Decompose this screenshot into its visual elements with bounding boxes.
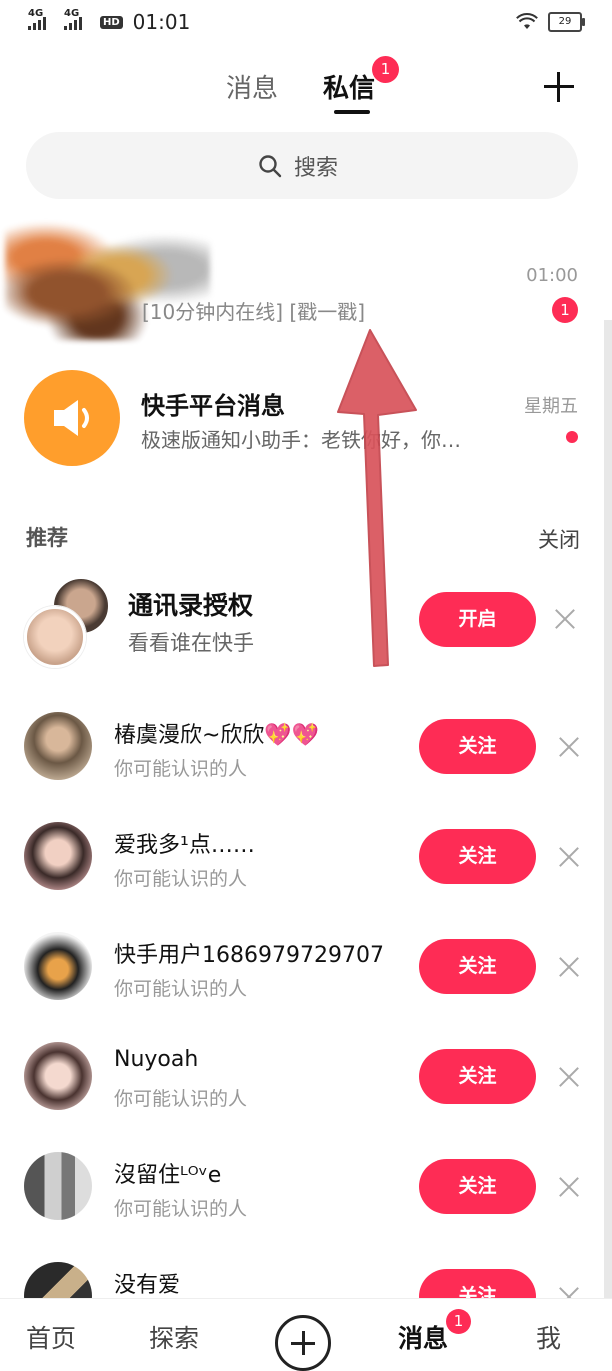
- user-name: 椿虞漫欣~欣欣💖💖: [114, 723, 320, 748]
- follow-button[interactable]: 关注: [419, 829, 536, 884]
- status-left: 4G 4G HD 01:01: [28, 8, 191, 34]
- user-name: Nuyoah: [114, 1047, 199, 1072]
- nav-me[interactable]: 我: [536, 1319, 561, 1355]
- close-icon[interactable]: [558, 846, 580, 868]
- close-icon[interactable]: [558, 956, 580, 978]
- user-name: 快手用户1686979729707: [114, 943, 384, 968]
- signal-icon: 4G: [28, 8, 54, 32]
- avatar: [24, 1152, 92, 1220]
- unread-badge: 1: [552, 297, 578, 323]
- nav-messages[interactable]: 消息: [398, 1319, 448, 1355]
- conversation-time: 星期五: [524, 396, 578, 417]
- conversation-name: 快手平台消息: [141, 392, 285, 420]
- speaker-icon: [54, 400, 89, 436]
- tab-direct-messages[interactable]: 私信: [323, 68, 375, 105]
- scrollbar[interactable]: [604, 320, 612, 1300]
- hd-icon: HD: [100, 15, 123, 29]
- signal-icon: 4G: [64, 8, 90, 32]
- bottom-nav: 首页 探索 消息 1 我: [0, 1298, 612, 1371]
- enable-button[interactable]: 开启: [419, 592, 536, 647]
- dm-badge: 1: [372, 56, 399, 83]
- search-icon: [259, 155, 282, 178]
- avatar: [24, 712, 92, 780]
- follow-button[interactable]: 关注: [419, 1159, 536, 1214]
- user-subtitle: 你可能认识的人: [114, 868, 248, 890]
- status-time: 01:01: [132, 10, 191, 34]
- search-bar[interactable]: 搜索: [26, 132, 578, 199]
- search-placeholder: 搜索: [294, 156, 339, 181]
- active-tab-indicator: [334, 110, 370, 114]
- user-subtitle: 你可能认识的人: [114, 978, 248, 1000]
- wifi-icon: [516, 13, 538, 29]
- close-icon[interactable]: [558, 736, 580, 758]
- avatar: [24, 1042, 92, 1110]
- add-icon[interactable]: [542, 70, 576, 104]
- close-icon[interactable]: [558, 1176, 580, 1198]
- battery-icon: 29: [548, 12, 585, 32]
- follow-button[interactable]: 关注: [419, 939, 536, 994]
- user-subtitle: 你可能认识的人: [114, 1088, 248, 1110]
- avatar: [24, 822, 92, 890]
- conversation-time: 01:00: [526, 265, 578, 286]
- avatar: [24, 370, 120, 466]
- recommend-title: 推荐: [26, 526, 68, 550]
- follow-button[interactable]: 关注: [419, 1049, 536, 1104]
- close-icon[interactable]: [558, 1066, 580, 1088]
- header-tabs: 消息 私信 1: [0, 56, 612, 118]
- contacts-auth-subtitle: 看看谁在快手: [128, 631, 254, 655]
- avatar: [24, 932, 92, 1000]
- contacts-auth-title: 通讯录授权: [128, 591, 254, 620]
- messages-badge: 1: [446, 1309, 471, 1334]
- close-icon[interactable]: [554, 608, 576, 630]
- follow-button[interactable]: 关注: [419, 719, 536, 774]
- arrow-annotation-icon: [337, 329, 417, 667]
- recommend-close-button[interactable]: 关闭: [538, 524, 580, 554]
- user-subtitle: 你可能认识的人: [114, 1198, 248, 1220]
- status-right: 29: [516, 12, 585, 32]
- nav-explore[interactable]: 探索: [149, 1319, 199, 1355]
- create-icon[interactable]: [275, 1315, 331, 1371]
- nav-home[interactable]: 首页: [26, 1319, 76, 1355]
- tab-messages[interactable]: 消息: [226, 68, 278, 105]
- user-name: 爱我多¹点……: [114, 833, 255, 858]
- unread-dot: [566, 431, 578, 443]
- user-name: 没有爱: [114, 1273, 181, 1298]
- user-subtitle: 你可能认识的人: [114, 758, 248, 780]
- status-bar: 4G 4G HD 01:01 29: [0, 0, 612, 46]
- avatar: [24, 606, 86, 668]
- user-name: 沒留住ᴸᴼᵛe: [114, 1163, 222, 1188]
